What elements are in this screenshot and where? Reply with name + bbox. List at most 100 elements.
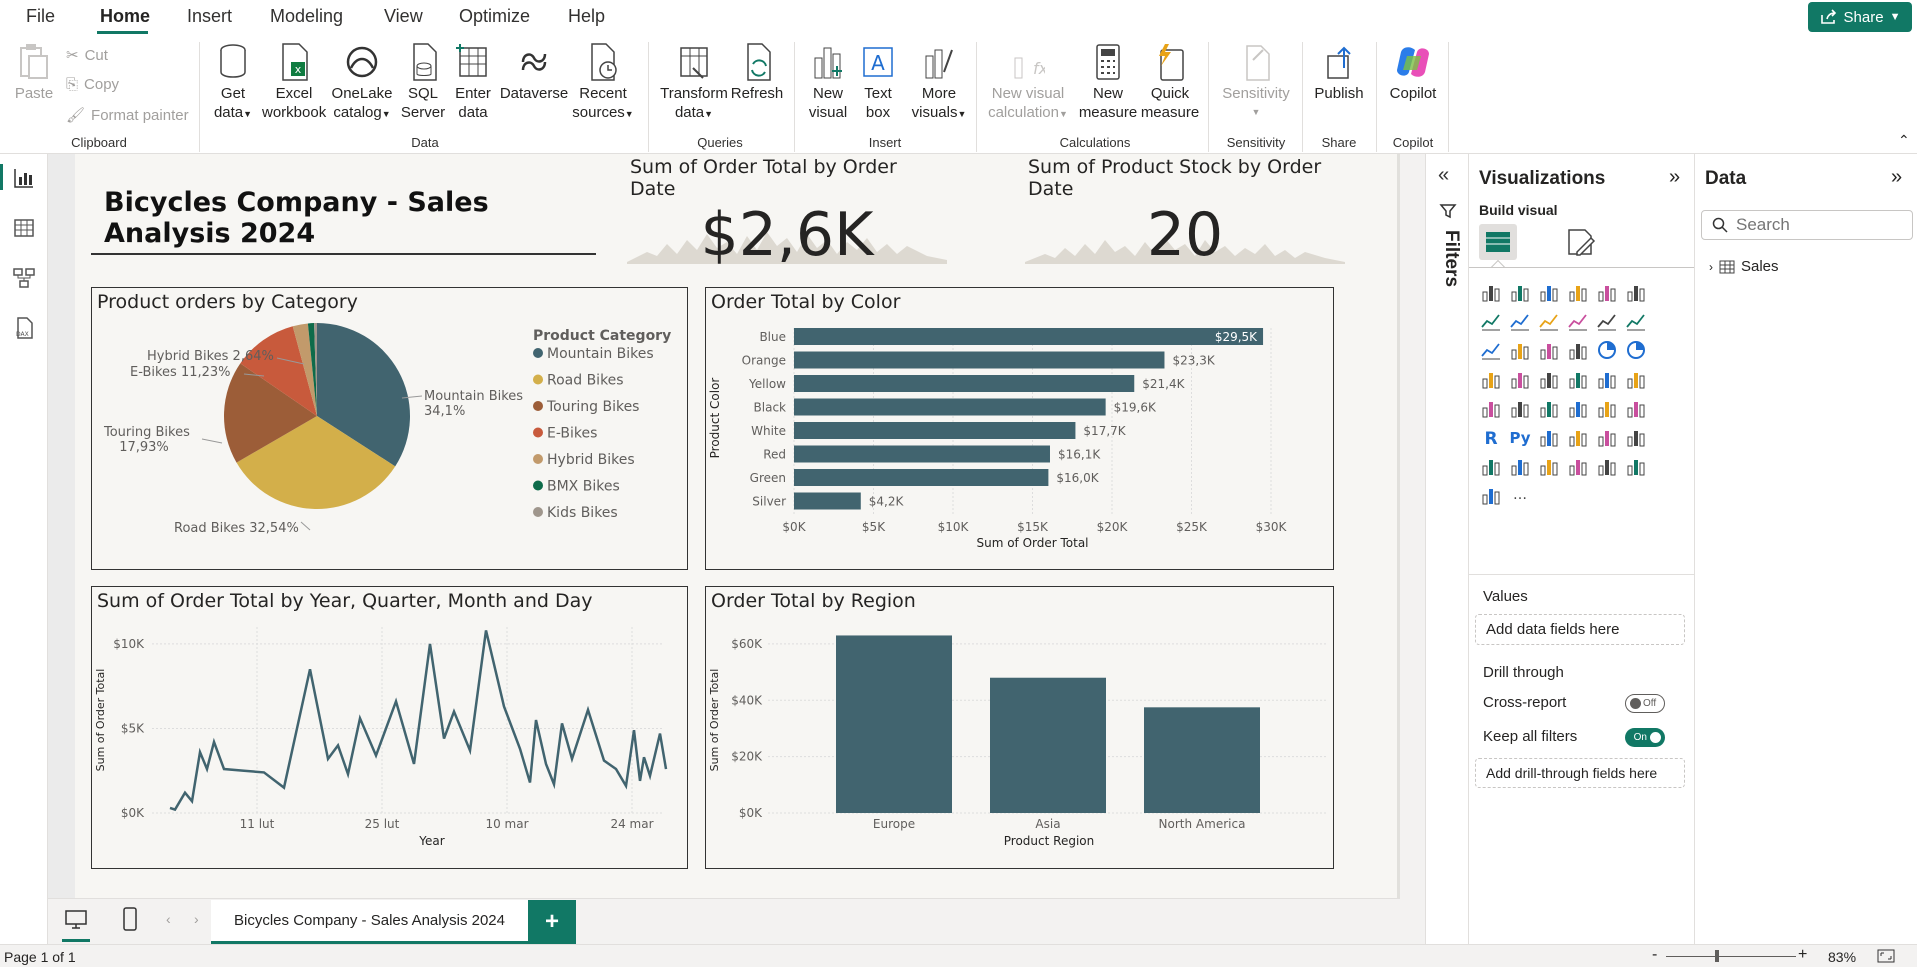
copy-button[interactable]: ⎘ Copy [66, 76, 119, 93]
scatter-visual-icon[interactable] [1566, 338, 1590, 362]
kpi-visual-icon[interactable] [1537, 396, 1561, 420]
legend-item[interactable]: Road Bikes [547, 373, 624, 389]
treemap-visual-icon[interactable] [1479, 367, 1503, 391]
menu-home[interactable]: Home [100, 6, 150, 27]
legend-item[interactable]: E-Bikes [547, 426, 597, 442]
keep-filters-toggle[interactable]: On [1625, 728, 1665, 747]
new-visual-calculation-button[interactable]: fx New visual calculation▼ [986, 42, 1070, 124]
menu-file[interactable]: File [26, 6, 55, 27]
clustered-column-visual-icon[interactable] [1566, 280, 1590, 304]
enter-data-button[interactable]: Enter data [450, 42, 496, 122]
bar[interactable] [794, 445, 1050, 463]
zoom-slider-track[interactable] [1666, 956, 1796, 957]
more-visual-icon[interactable]: … [1508, 483, 1532, 507]
stacked-area-visual-icon[interactable] [1537, 309, 1561, 333]
format-painter-button[interactable]: 🖌 Format painter [66, 106, 189, 125]
collapse-icon[interactable]: » [1669, 166, 1680, 189]
matrix-visual-icon[interactable] [1624, 396, 1648, 420]
key-influencers-visual-icon[interactable] [1537, 425, 1561, 449]
collapse-icon[interactable]: » [1891, 166, 1902, 189]
donut-visual-icon[interactable] [1624, 338, 1648, 362]
bar[interactable] [794, 422, 1076, 439]
build-visual-tab[interactable] [1479, 224, 1517, 260]
paginated-visual-icon[interactable] [1508, 454, 1532, 478]
r-visual-visual-icon[interactable]: R [1479, 425, 1503, 449]
sensitivity-button[interactable]: Sensitivity ▼ [1218, 42, 1294, 122]
menu-help[interactable]: Help [568, 6, 605, 27]
stacked-column-visual-icon[interactable] [1508, 280, 1532, 304]
transform-data-button[interactable]: Transform data▼ [656, 42, 732, 124]
zoom-out-button[interactable]: - [1652, 946, 1657, 964]
copilot-button[interactable]: Copilot [1384, 42, 1442, 103]
paste-button[interactable]: Paste [12, 42, 56, 103]
line-visual-icon[interactable] [1479, 309, 1503, 333]
report-view-icon[interactable] [12, 166, 36, 190]
expand-icon[interactable]: « [1438, 164, 1449, 187]
fit-to-page-icon[interactable] [1877, 949, 1895, 963]
bar[interactable] [794, 351, 1165, 369]
bar-chart-visual[interactable]: Order Total by Color $0K $5K $10K $15K $20K $… [705, 287, 1334, 570]
get-data-button[interactable]: Get data▼ [208, 42, 258, 124]
power-apps-visual-icon[interactable] [1624, 454, 1648, 478]
shape-map-visual-icon[interactable] [1566, 367, 1590, 391]
legend-item[interactable]: BMX Bikes [547, 479, 620, 495]
values-field-well[interactable]: Add data fields here [1475, 614, 1685, 645]
menu-view[interactable]: View [384, 6, 423, 27]
python-visual-visual-icon[interactable]: Py [1508, 425, 1532, 449]
new-visual-button[interactable]: New visual [804, 42, 852, 122]
new-measure-button[interactable]: New measure [1078, 42, 1138, 122]
qa-visual-icon[interactable] [1595, 425, 1619, 449]
area-visual-icon[interactable] [1508, 309, 1532, 333]
table-view-icon[interactable] [12, 216, 36, 240]
legend-item[interactable]: Touring Bikes [546, 399, 639, 415]
gauge-visual-icon[interactable] [1624, 367, 1648, 391]
decomposition-tree-visual-icon[interactable] [1566, 425, 1590, 449]
search-input[interactable] [1736, 215, 1896, 235]
azure-map-2-visual-icon[interactable] [1595, 454, 1619, 478]
model-view-icon[interactable] [12, 266, 36, 290]
ribbon-visual-icon[interactable] [1479, 338, 1503, 362]
100-column-visual-icon[interactable] [1624, 280, 1648, 304]
line-series[interactable] [169, 630, 668, 812]
table-visual-icon[interactable] [1595, 396, 1619, 420]
add-page-button[interactable]: + [528, 900, 576, 944]
menu-optimize[interactable]: Optimize [459, 6, 530, 27]
filled-map-visual-icon[interactable] [1537, 367, 1561, 391]
card-visual-icon[interactable] [1479, 396, 1503, 420]
card-new-visual-icon[interactable] [1537, 454, 1561, 478]
refresh-button[interactable]: Refresh [730, 42, 784, 103]
slicer-visual-icon[interactable] [1566, 396, 1590, 420]
pie-chart-visual[interactable]: Product orders by Category Mountain Bike… [91, 287, 688, 570]
collapse-ribbon-icon[interactable]: ⌃ [1898, 132, 1910, 149]
clustered-bar-visual-icon[interactable] [1537, 280, 1561, 304]
goals-visual-icon[interactable] [1479, 454, 1503, 478]
card-order-total[interactable]: Sum of Order Total by Order Date $2,6K [627, 154, 947, 270]
funnel-visual-icon[interactable] [1537, 338, 1561, 362]
previous-page-icon[interactable]: ‹ [166, 911, 171, 927]
legend-item[interactable]: Hybrid Bikes [547, 452, 635, 468]
bar[interactable] [794, 469, 1049, 486]
line-column-visual-icon[interactable] [1595, 309, 1619, 333]
smart-narrative-visual-icon[interactable] [1624, 425, 1648, 449]
publish-button[interactable]: Publish [1310, 42, 1368, 103]
onelake-catalog-button[interactable]: OneLake catalog▼ [330, 42, 394, 124]
pie-visual-icon[interactable] [1595, 338, 1619, 362]
power-automate-visual-icon[interactable] [1479, 483, 1503, 507]
mobile-layout-icon[interactable] [122, 907, 138, 931]
text-box-button[interactable]: A Text box [854, 42, 902, 122]
table-item-sales[interactable]: › Sales [1709, 258, 1779, 275]
excel-workbook-button[interactable]: x Excel workbook [262, 42, 326, 122]
cross-report-toggle[interactable]: Off [1625, 694, 1665, 713]
column-bar[interactable] [836, 635, 952, 813]
zoom-slider-thumb[interactable] [1715, 950, 1719, 962]
cut-button[interactable]: ✂ Cut [66, 46, 108, 65]
menu-insert[interactable]: Insert [187, 6, 232, 27]
bar[interactable] [794, 375, 1135, 392]
slicer-new-visual-icon[interactable] [1566, 454, 1590, 478]
more-visuals-button[interactable]: More visuals▼ [910, 42, 968, 124]
100-area-visual-icon[interactable] [1566, 309, 1590, 333]
filters-pane[interactable]: « Filters [1425, 154, 1469, 944]
bar[interactable] [794, 492, 861, 510]
quick-measure-button[interactable]: Quick measure [1140, 42, 1200, 122]
sql-server-button[interactable]: SQL Server [400, 42, 446, 122]
